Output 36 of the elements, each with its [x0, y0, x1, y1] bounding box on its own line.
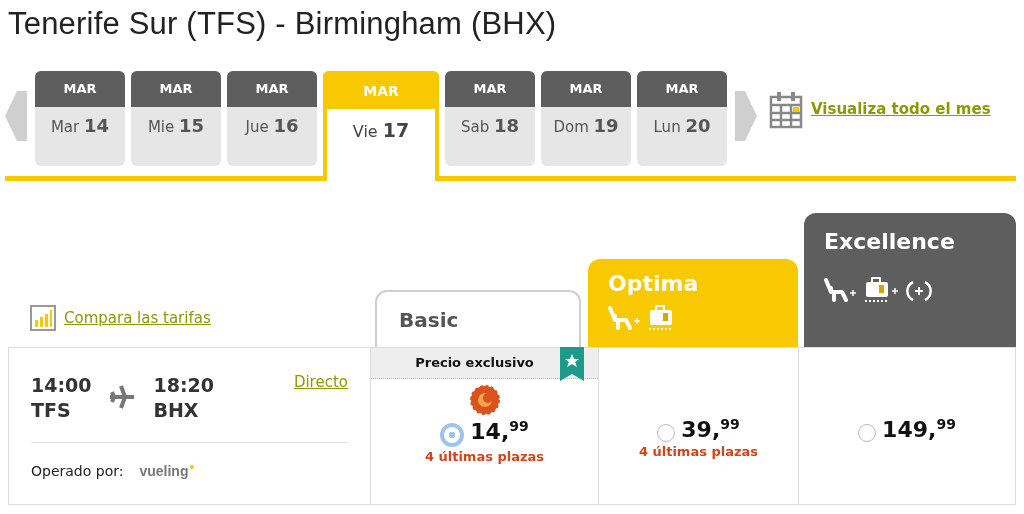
- luggage-icon: [862, 276, 900, 304]
- bar-chart-icon: [30, 305, 56, 331]
- seats-left-label: 4 últimas plazas: [424, 449, 545, 464]
- sun-icon: [469, 385, 500, 415]
- fare-radio[interactable]: [858, 424, 877, 443]
- operated-by-label: Operado por:: [31, 463, 124, 479]
- date-tab[interactable]: MAR Sab 18: [445, 71, 535, 166]
- fare-radio[interactable]: [657, 424, 676, 443]
- date-tab[interactable]: MAR Mar 14: [35, 71, 125, 166]
- calendar-icon[interactable]: [769, 91, 803, 129]
- date-tab[interactable]: MAR Jue 16: [227, 71, 317, 166]
- fare-name: Optima: [608, 271, 699, 296]
- departure-time: 14:00: [31, 373, 92, 398]
- fare-radio[interactable]: [440, 423, 465, 447]
- exclusive-price-banner: Precio exclusivo: [371, 348, 598, 379]
- seat-icon: [824, 278, 858, 304]
- date-tab[interactable]: MAR Vie 17: [323, 71, 439, 181]
- fare-price: 39,$^{99}$: [681, 416, 740, 443]
- date-tab[interactable]: MAR Mie 15: [131, 71, 221, 166]
- fare-price: 149,$^{99}$: [882, 416, 956, 443]
- route-title: Tenerife Sur (TFS) - Birmingham (BHX): [8, 6, 558, 42]
- arrival-code: BHX: [153, 398, 200, 423]
- flexible-change-icon: [904, 278, 934, 304]
- seats-left-label: 4 últimas plazas: [638, 444, 759, 460]
- previous-arrow-icon[interactable]: [5, 91, 27, 141]
- fare-price: 14,$^{99}$: [470, 417, 529, 445]
- arrival-time: 18:20: [153, 373, 214, 398]
- date-tab[interactable]: MAR Dom 19: [541, 71, 631, 166]
- airline-logo: vueling: [139, 463, 195, 479]
- plane-icon: [109, 385, 136, 409]
- next-arrow-icon[interactable]: [735, 91, 757, 141]
- fare-name: Basic: [399, 308, 459, 332]
- departure-code: TFS: [31, 398, 72, 423]
- date-tab[interactable]: MAR Lun 20: [637, 71, 727, 166]
- fare-name: Excellence: [824, 229, 955, 254]
- seat-icon: [608, 306, 642, 332]
